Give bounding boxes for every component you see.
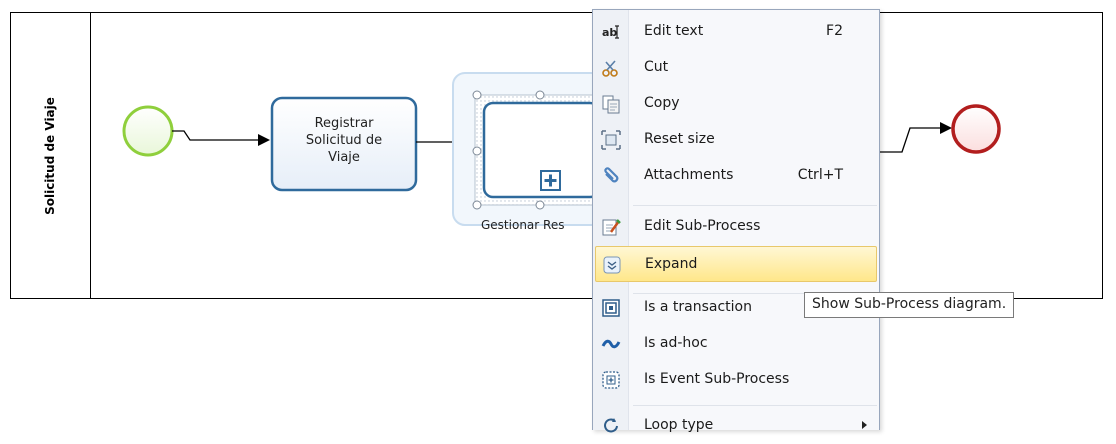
transaction-icon: [602, 299, 620, 317]
sequence-flow-1[interactable]: [172, 130, 260, 141]
menu-item-is-adhoc[interactable]: Is ad-hoc: [595, 326, 877, 362]
task-label-line: Viaje: [328, 150, 360, 165]
menu-separator: [633, 205, 877, 206]
task-label-line: Solicitud de: [305, 133, 383, 148]
start-event[interactable]: [122, 105, 174, 157]
edit-subprocess-icon: [602, 219, 621, 236]
menu-label: Is ad-hoc: [644, 335, 708, 351]
menu-label: Reset size: [644, 131, 715, 147]
arrowhead-3: [940, 122, 952, 134]
expand-icon: [603, 256, 621, 274]
sequence-flow-3[interactable]: [880, 127, 940, 153]
menu-item-edit-subprocess[interactable]: Edit Sub-Process: [595, 209, 877, 245]
svg-text:ab: ab: [602, 26, 617, 39]
menu-label: Expand: [645, 256, 698, 272]
menu-label: Edit Sub-Process: [644, 218, 761, 234]
paperclip-icon: [604, 167, 619, 183]
menu-label: Cut: [644, 59, 669, 75]
menu-item-cut[interactable]: Cut: [595, 50, 877, 86]
menu-label: Loop type: [644, 417, 714, 433]
task-label-line: Registrar: [314, 116, 374, 131]
subprocess-label: Gestionar Res: [481, 218, 565, 232]
menu-item-reset-size[interactable]: Reset size: [595, 122, 877, 158]
menu-item-edit-text[interactable]: ab Edit text F2: [595, 14, 877, 50]
submenu-arrow-icon: [862, 421, 867, 429]
menu-shortcut: F2: [826, 23, 843, 39]
menu-label: Copy: [644, 95, 680, 111]
resize-handle[interactable]: [472, 90, 482, 100]
loop-icon: [604, 418, 618, 433]
menu-item-copy[interactable]: Copy: [595, 86, 877, 122]
menu-label: Edit text: [644, 23, 704, 39]
arrowhead-1: [258, 134, 270, 146]
bpmn-canvas[interactable]: Solicitud de Viaje Registrar Solicitud d…: [0, 0, 1116, 430]
menu-item-loop-type[interactable]: Loop type: [595, 408, 877, 444]
event-subprocess-icon: [602, 371, 620, 389]
menu-item-attachments[interactable]: Attachments Ctrl+T: [595, 158, 877, 194]
end-event[interactable]: [951, 104, 1001, 154]
menu-item-event-subprocess[interactable]: Is Event Sub-Process: [595, 362, 877, 398]
edit-text-icon: ab: [602, 25, 619, 39]
task-label: Registrar Solicitud de Viaje: [272, 115, 416, 166]
copy-icon: [602, 95, 620, 114]
adhoc-icon: [601, 339, 621, 349]
context-menu[interactable]: ab Edit text F2 Cut Copy Reset size Atta…: [592, 9, 880, 433]
tooltip: Show Sub-Process diagram.: [804, 292, 1015, 318]
menu-label: Is a transaction: [644, 299, 752, 315]
menu-item-expand[interactable]: Expand: [595, 246, 877, 282]
resize-handle[interactable]: [535, 200, 545, 210]
resize-handle[interactable]: [472, 146, 482, 156]
menu-shortcut: Ctrl+T: [797, 167, 843, 183]
menu-label: Attachments: [644, 167, 734, 183]
diagram-shapes: [122, 72, 1001, 226]
menu-separator: [633, 405, 877, 406]
scissors-icon: [602, 60, 618, 77]
reset-size-icon: [601, 130, 621, 150]
resize-handle[interactable]: [472, 200, 482, 210]
resize-handle[interactable]: [535, 90, 545, 100]
menu-label: Is Event Sub-Process: [644, 371, 790, 387]
